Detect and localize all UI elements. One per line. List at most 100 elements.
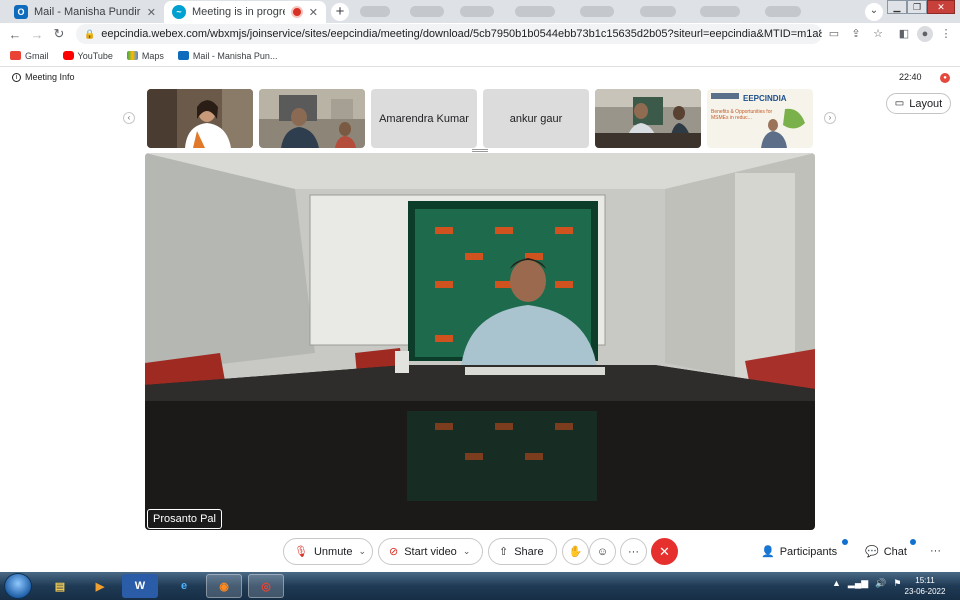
- chrome-icon[interactable]: ◎: [248, 574, 284, 598]
- start-button[interactable]: [4, 573, 32, 599]
- participants-button[interactable]: 👤 Participants: [761, 545, 838, 559]
- network-signal-icon[interactable]: ▂▄▆: [848, 578, 868, 589]
- file-explorer-icon[interactable]: ▤: [42, 574, 78, 598]
- bookmarks-bar: Gmail YouTube Maps Mail - Manisha Pun...: [0, 45, 960, 67]
- chat-label: Chat: [883, 545, 907, 558]
- meeting-info-label: Meeting Info: [25, 72, 75, 82]
- svg-text:MSMEs in reduc...: MSMEs in reduc...: [711, 115, 752, 121]
- participant-thumbnail[interactable]: [595, 89, 701, 148]
- new-tab-button[interactable]: +: [331, 3, 349, 21]
- tab-title: Mail - Manisha Pundir - Outlook: [34, 6, 141, 18]
- active-speaker-video[interactable]: [145, 153, 815, 530]
- participants-label: Participants: [779, 545, 838, 558]
- reactions-button[interactable]: ☺: [589, 538, 616, 565]
- window-close-button[interactable]: ✕: [927, 0, 955, 14]
- youtube-icon: [62, 51, 74, 60]
- participant-video: [147, 89, 253, 148]
- bookmark-mail[interactable]: Mail - Manisha Pun...: [177, 51, 277, 61]
- reload-icon[interactable]: ↻: [48, 26, 70, 42]
- emoji-icon: ☺: [596, 545, 609, 558]
- show-hidden-icons-icon[interactable]: ▲: [832, 578, 841, 589]
- tab-search-icon[interactable]: ⌄: [865, 3, 883, 21]
- windows-taskbar: ▤ ▶ W e ◉ ◎ ▲ ▂▄▆ 🔊 ⚑ 15:11 23-06-2022: [0, 572, 960, 600]
- internet-explorer-icon[interactable]: e: [166, 574, 202, 598]
- blurred-tab[interactable]: [360, 6, 390, 17]
- participant-thumbnail-name[interactable]: ankur gaur: [483, 89, 589, 148]
- outlook-icon: [177, 51, 189, 60]
- minimize-button[interactable]: ▁: [887, 0, 907, 14]
- more-panels-button[interactable]: ···: [930, 545, 941, 557]
- restore-button[interactable]: ❐: [907, 0, 927, 14]
- system-clock[interactable]: 15:11 23-06-2022: [902, 575, 948, 597]
- unmute-button[interactable]: 🎙 Unmute ⌄: [283, 538, 373, 565]
- tab-outlook[interactable]: O Mail - Manisha Pundir - Outlook ✕: [6, 1, 164, 23]
- forward-icon[interactable]: →: [26, 27, 48, 42]
- tab-webex[interactable]: ~ Meeting is in progress... ✕: [164, 1, 326, 23]
- action-center-flag-icon[interactable]: ⚑: [893, 578, 901, 589]
- browser-tab-strip: O Mail - Manisha Pundir - Outlook ✕ ~ Me…: [0, 0, 960, 23]
- chat-button[interactable]: 💬 Chat: [865, 545, 907, 559]
- share-page-icon[interactable]: ⇪: [848, 26, 864, 42]
- webex-icon: ~: [172, 5, 186, 19]
- start-video-button[interactable]: ⊘ Start video ⌄: [378, 538, 483, 565]
- raise-hand-button[interactable]: ✋: [562, 538, 589, 565]
- lock-icon[interactable]: 🔒: [84, 29, 95, 40]
- participant-thumbnail-name[interactable]: Amarendra Kumar: [371, 89, 477, 148]
- thumbnails-next-button[interactable]: ›: [824, 112, 836, 124]
- share-button[interactable]: ⇧ Share: [488, 538, 557, 565]
- gmail-icon: [10, 51, 21, 60]
- meeting-clock: 22:40: [899, 72, 922, 82]
- share-label: Share: [514, 545, 544, 558]
- start-video-label: Start video: [404, 545, 457, 558]
- layout-icon: ▭: [894, 98, 905, 109]
- more-icon: ···: [930, 545, 941, 557]
- browser-menu-icon[interactable]: ⋮: [938, 26, 954, 42]
- slide-thumbnail: EEPCINDIA Benefits & Opportunities for M…: [707, 89, 813, 148]
- address-bar[interactable]: 🔒 eepcindia.webex.com/wbxmjs/joinservice…: [76, 24, 822, 44]
- share-screen-icon: ⇧: [499, 546, 509, 558]
- browser-toolbar: ← → ↻ 🔒 eepcindia.webex.com/wbxmjs/joins…: [0, 23, 960, 45]
- participant-thumbnail[interactable]: EEPCINDIA Benefits & Opportunities for M…: [707, 89, 813, 148]
- word-icon[interactable]: W: [122, 574, 158, 598]
- firefox-icon[interactable]: ◉: [206, 574, 242, 598]
- sidepanel-icon[interactable]: ◧: [896, 26, 912, 42]
- close-icon[interactable]: ✕: [147, 6, 156, 19]
- chevron-down-icon[interactable]: ⌄: [463, 546, 471, 557]
- microphone-muted-icon: 🎙: [294, 546, 308, 558]
- clock-time: 15:11: [915, 576, 935, 585]
- blurred-tab[interactable]: [765, 6, 801, 17]
- participant-video: [595, 89, 701, 148]
- participant-thumbnail[interactable]: [259, 89, 365, 148]
- layout-button[interactable]: ▭ Layout: [886, 93, 951, 114]
- more-options-button[interactable]: ···: [620, 538, 647, 565]
- bookmark-star-icon[interactable]: ☆: [870, 26, 886, 42]
- bookmark-maps[interactable]: Maps: [126, 51, 164, 61]
- profile-avatar[interactable]: ●: [917, 26, 933, 42]
- blurred-tab[interactable]: [410, 6, 444, 17]
- media-player-icon[interactable]: ▶: [82, 574, 118, 598]
- chevron-down-icon[interactable]: ⌄: [359, 546, 367, 557]
- cast-icon[interactable]: ▭: [826, 26, 842, 42]
- back-icon[interactable]: ←: [4, 27, 26, 42]
- volume-icon[interactable]: 🔊: [875, 578, 886, 589]
- blurred-tab[interactable]: [580, 6, 614, 17]
- bookmark-youtube[interactable]: YouTube: [62, 51, 113, 61]
- unmute-label: Unmute: [313, 545, 353, 558]
- blurred-tab[interactable]: [460, 6, 494, 17]
- more-icon: ···: [628, 545, 639, 558]
- meeting-info-button[interactable]: i Meeting Info: [12, 72, 75, 82]
- video-off-icon: ⊘: [389, 546, 399, 558]
- hand-icon: ✋: [568, 546, 583, 558]
- participant-thumbnail[interactable]: [147, 89, 253, 148]
- speaker-name-label: Prosanto Pal: [147, 509, 222, 529]
- resize-handle[interactable]: [472, 149, 488, 152]
- thumbnails-prev-button[interactable]: ‹: [123, 112, 135, 124]
- blurred-tab[interactable]: [515, 6, 555, 17]
- close-icon[interactable]: ✕: [309, 6, 318, 19]
- leave-meeting-button[interactable]: ✕: [651, 538, 678, 565]
- blurred-tab[interactable]: [640, 6, 676, 17]
- bookmark-gmail[interactable]: Gmail: [10, 51, 49, 61]
- chat-bubble-icon: 💬: [865, 546, 879, 558]
- blurred-tab[interactable]: [700, 6, 740, 17]
- layout-label: Layout: [909, 97, 943, 110]
